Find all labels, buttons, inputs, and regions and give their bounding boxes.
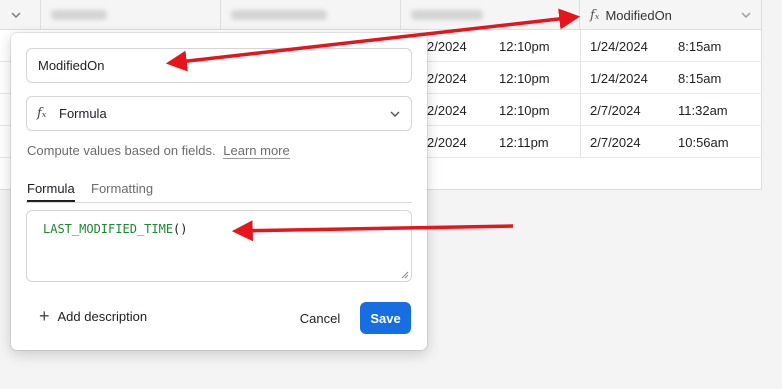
modified-date-cell[interactable]: 1/24/2024 (590, 62, 648, 94)
modified-date-cell[interactable]: 2/7/2024 (590, 126, 641, 158)
chevron-down-icon[interactable] (740, 9, 752, 21)
save-button[interactable]: Save (360, 302, 411, 334)
formula-parens: () (173, 222, 188, 236)
chevron-down-icon (390, 111, 400, 117)
date-cell[interactable]: 2/2024 (427, 126, 467, 158)
modified-time-cell[interactable]: 11:32am (678, 94, 728, 126)
config-tabs: Formula Formatting (26, 178, 412, 203)
formula-editor[interactable]: LAST_MODIFIED_TIME() (26, 210, 412, 282)
field-type-select[interactable]: 𝑓ₓ Formula (26, 96, 412, 131)
blurred-column-header[interactable] (41, 0, 221, 30)
modified-time-cell[interactable]: 8:15am (678, 30, 721, 62)
tab-formatting[interactable]: Formatting (91, 181, 153, 196)
field-type-description: Compute values based on fields. Learn mo… (27, 143, 290, 159)
description-text: Compute values based on fields. (27, 143, 216, 158)
date-cell[interactable]: 2/2024 (427, 62, 467, 94)
date-cell[interactable]: 2/2024 (427, 30, 467, 62)
blurred-column-header[interactable] (401, 0, 580, 30)
tab-formula[interactable]: Formula (27, 181, 75, 202)
modified-date-cell[interactable]: 2/7/2024 (590, 94, 641, 126)
time-cell[interactable]: 12:10pm (499, 30, 550, 62)
grid-header: 𝑓ₓ ModifiedOn (0, 0, 762, 30)
add-description-button[interactable]: + Add description (39, 306, 148, 326)
column-header-modifiedon[interactable]: 𝑓ₓ ModifiedOn (580, 0, 762, 30)
add-description-label: Add description (57, 309, 148, 324)
date-cell[interactable]: 2/2024 (427, 94, 467, 126)
formula-function: LAST_MODIFIED_TIME (43, 222, 174, 236)
time-cell[interactable]: 12:11pm (499, 126, 549, 158)
column-header-label: ModifiedOn (605, 7, 672, 23)
modified-time-cell[interactable]: 10:56am (678, 126, 729, 158)
resize-handle-icon[interactable] (401, 271, 409, 279)
screen: 𝑓ₓ ModifiedOn 2/2024 12:10pm 1/24/2024 8… (0, 0, 782, 389)
row-select-header[interactable] (0, 0, 41, 30)
plus-icon: + (39, 306, 50, 326)
formula-icon: 𝑓ₓ (590, 7, 600, 23)
modified-time-cell[interactable]: 8:15am (678, 62, 721, 94)
chevron-down-icon[interactable] (561, 9, 573, 21)
learn-more-link[interactable]: Learn more (223, 143, 290, 159)
field-type-label: Formula (59, 106, 107, 121)
cancel-button[interactable]: Cancel (292, 303, 348, 333)
blurred-label (51, 10, 107, 20)
blurred-label (231, 10, 327, 20)
time-cell[interactable]: 12:10pm (499, 94, 550, 126)
field-config-dialog: 𝑓ₓ Formula Compute values based on field… (11, 33, 427, 350)
modified-date-cell[interactable]: 1/24/2024 (590, 30, 648, 62)
field-name-input[interactable] (26, 48, 412, 83)
formula-icon: 𝑓ₓ (37, 106, 47, 121)
time-cell[interactable]: 12:10pm (499, 62, 550, 94)
blurred-label (411, 10, 483, 20)
chevron-down-icon (11, 12, 21, 18)
blurred-column-header[interactable] (221, 0, 401, 30)
